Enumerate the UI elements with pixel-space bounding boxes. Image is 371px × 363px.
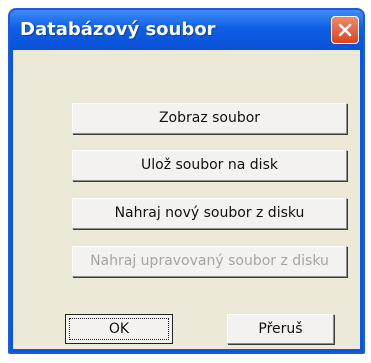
close-button[interactable]: [331, 16, 359, 44]
dialog-body: Zobraz soubor Ulož soubor na disk Nahraj…: [13, 50, 360, 349]
title-bar[interactable]: Databázový soubor: [10, 10, 363, 50]
dialog-title: Databázový soubor: [20, 19, 216, 40]
ok-button[interactable]: OK: [65, 314, 173, 344]
cancel-button[interactable]: Přeruš: [227, 314, 334, 344]
dialog-window: Databázový soubor Zobraz soubor Ulož sou…: [8, 8, 365, 354]
load-new-file-button[interactable]: Nahraj nový soubor z disku: [72, 198, 347, 229]
close-x-icon: [338, 23, 352, 37]
show-file-button[interactable]: Zobraz soubor: [72, 103, 347, 134]
save-to-disk-button[interactable]: Ulož soubor na disk: [72, 150, 347, 181]
ok-button-label: OK: [108, 321, 130, 337]
load-modified-file-button: Nahraj upravovaný soubor z disku: [72, 246, 347, 277]
